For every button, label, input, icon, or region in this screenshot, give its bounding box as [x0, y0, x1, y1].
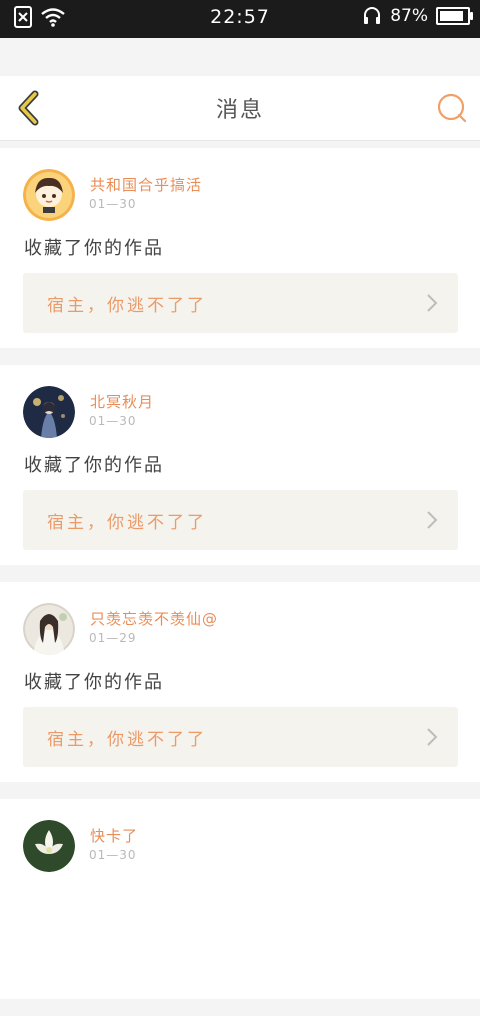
- battery-percent: 87%: [390, 6, 428, 26]
- username[interactable]: 北冥秋月: [90, 391, 154, 412]
- status-bar: 22:57 87%: [0, 0, 480, 38]
- message-date: 01—30: [89, 414, 137, 428]
- battery-icon: [436, 7, 473, 25]
- user-avatar[interactable]: [23, 169, 75, 221]
- status-right: 87%: [362, 6, 473, 26]
- username[interactable]: 共和国合乎搞活: [90, 174, 202, 195]
- message-action: 收藏了你的作品: [24, 238, 164, 259]
- message-card[interactable]: 快卡了 01—30: [0, 799, 480, 999]
- message-card[interactable]: 北冥秋月 01—30 收藏了你的作品 宿主，你逃不了了: [0, 365, 480, 565]
- message-date: 01—30: [89, 848, 137, 862]
- message-card[interactable]: 只羡忘羡不羡仙@ 01—29 收藏了你的作品 宿主，你逃不了了: [0, 582, 480, 782]
- headset-icon: [364, 7, 381, 24]
- work-link[interactable]: 宿主，你逃不了了: [23, 273, 458, 333]
- work-title: 宿主，你逃不了了: [47, 730, 207, 750]
- message-card[interactable]: 共和国合乎搞活 01—30 收藏了你的作品 宿主，你逃不了了: [0, 148, 480, 348]
- search-button[interactable]: [436, 92, 468, 124]
- user-avatar[interactable]: [23, 386, 75, 438]
- user-avatar[interactable]: [23, 820, 75, 872]
- chevron-right-icon: [427, 294, 438, 312]
- work-title: 宿主，你逃不了了: [47, 296, 207, 316]
- header-bar: 消息: [0, 76, 480, 141]
- message-date: 01—30: [89, 197, 137, 211]
- username[interactable]: 快卡了: [90, 825, 138, 846]
- work-link[interactable]: 宿主，你逃不了了: [23, 707, 458, 767]
- chevron-right-icon: [427, 728, 438, 746]
- username[interactable]: 只羡忘羡不羡仙@: [90, 608, 218, 629]
- message-list: 共和国合乎搞活 01—30 收藏了你的作品 宿主，你逃不了了 北冥秋月 01—3…: [0, 148, 480, 1016]
- message-action: 收藏了你的作品: [24, 455, 164, 476]
- message-date: 01—29: [89, 631, 137, 645]
- message-action: 收藏了你的作品: [24, 672, 164, 693]
- page-title: 消息: [215, 98, 264, 123]
- chevron-right-icon: [427, 511, 438, 529]
- work-link[interactable]: 宿主，你逃不了了: [23, 490, 458, 550]
- work-title: 宿主，你逃不了了: [47, 513, 207, 533]
- user-avatar[interactable]: [23, 603, 75, 655]
